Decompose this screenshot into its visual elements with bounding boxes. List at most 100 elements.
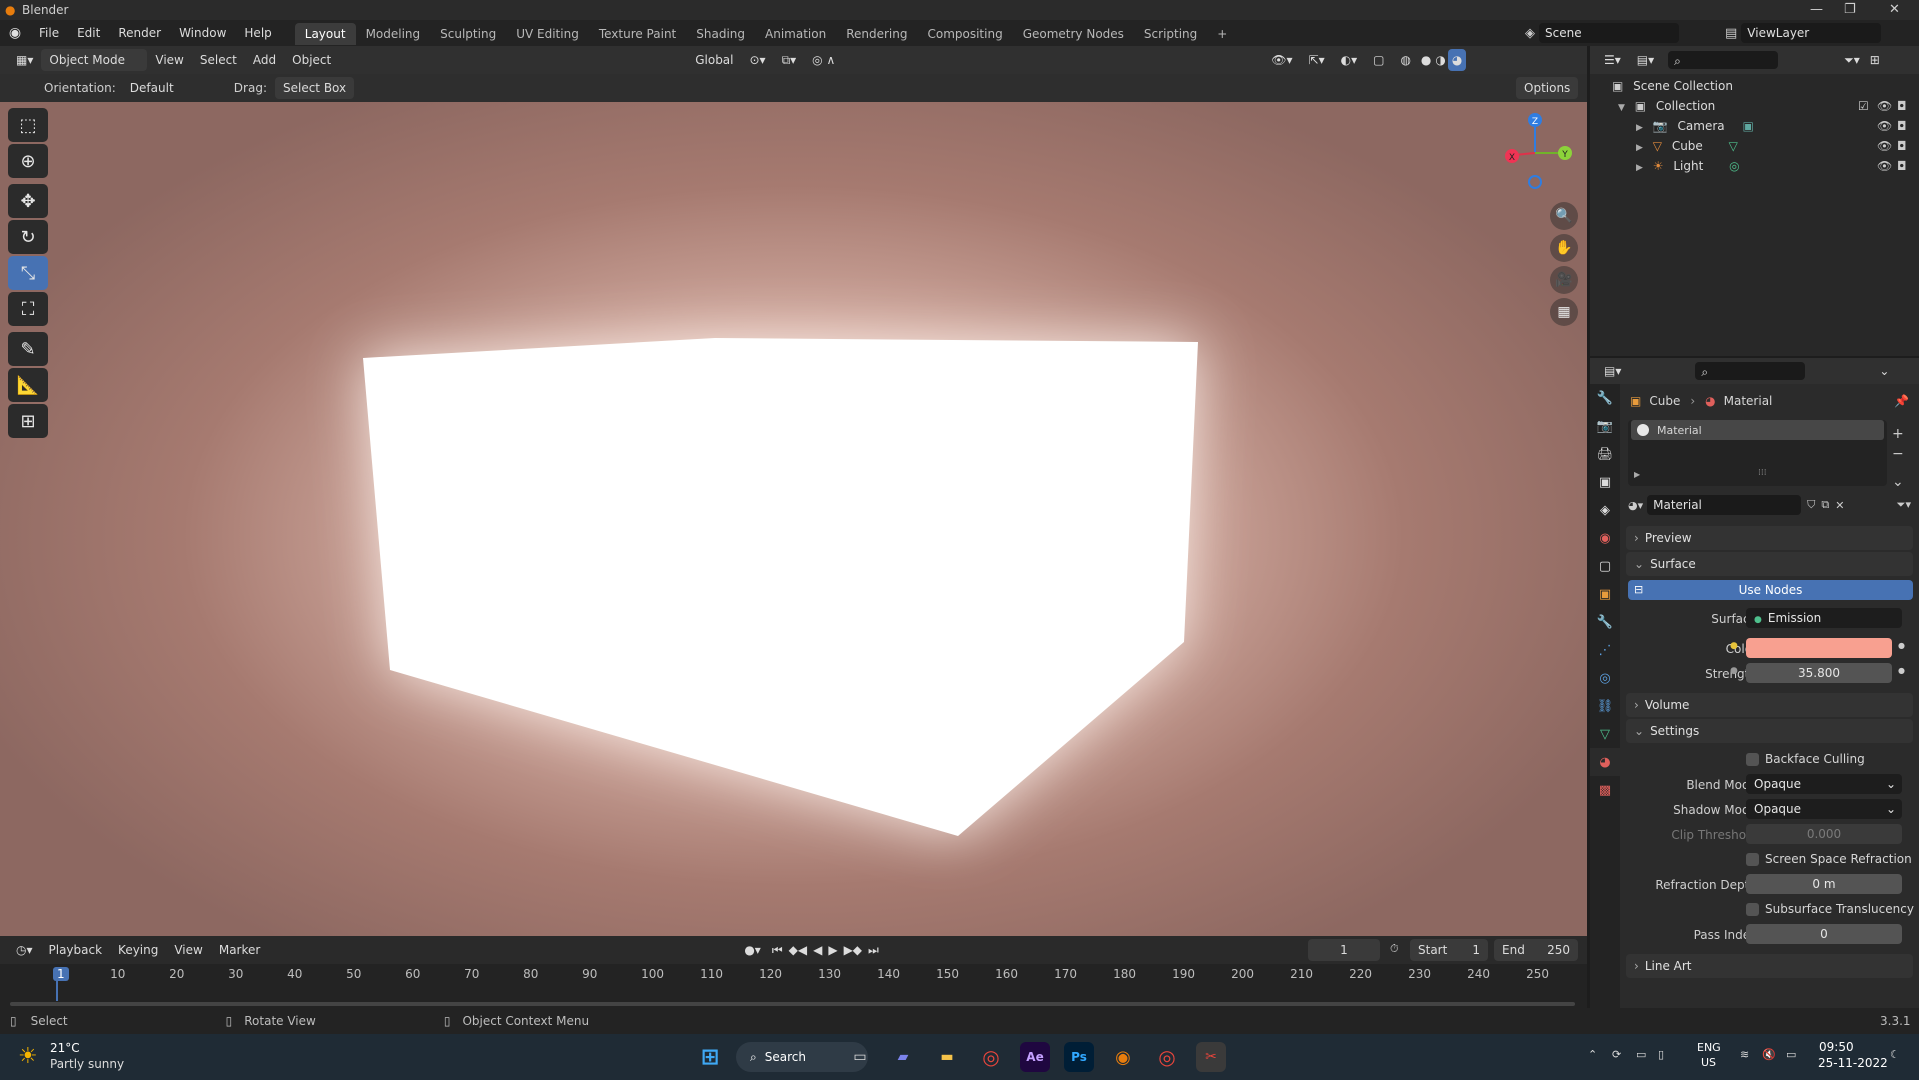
data-tab-icon[interactable]: ▽ [1590, 720, 1620, 748]
volume-muted-icon[interactable]: 🔇 [1762, 1048, 1776, 1061]
ssr-row[interactable]: Screen Space Refraction [1620, 849, 1919, 871]
scale-tool-icon[interactable]: ⤡ [8, 256, 48, 290]
teams-chat-icon[interactable]: ▰ [888, 1042, 918, 1072]
menu-window[interactable]: Window [170, 20, 235, 46]
tab-uv-editing[interactable]: UV Editing [506, 23, 589, 45]
tab-modeling[interactable]: Modeling [356, 23, 431, 45]
pivot-icon[interactable]: ⊙▾ [742, 49, 774, 71]
menu-object[interactable]: Object [284, 49, 339, 71]
menu-edit[interactable]: Edit [68, 20, 109, 46]
timeline[interactable]: 1 10 20 30 40 50 60 70 80 90 100 110 120 130 140 150 160… [0, 964, 1587, 1008]
surface-panel-header[interactable]: ⌄ Surface [1626, 552, 1913, 576]
visibility-icon[interactable]: 👁▾ [1263, 49, 1300, 71]
close-icon[interactable]: ✕ [1889, 2, 1900, 17]
weather-desc[interactable]: Partly sunny [50, 1057, 124, 1071]
shading-rendered-icon[interactable]: ◕ [1447, 49, 1467, 71]
current-frame-field[interactable]: 1 [1308, 939, 1380, 961]
tab-animation[interactable]: Animation [755, 23, 836, 45]
material-slot-list[interactable]: Material ▶ ⁞⁞⁞ [1628, 420, 1887, 486]
device-icon[interactable]: ▯ [1658, 1048, 1664, 1061]
record-icon[interactable]: ●▾ [736, 939, 769, 961]
chrome-icon[interactable]: ◎ [976, 1042, 1006, 1072]
output-tab-icon[interactable]: 🖨 [1590, 440, 1620, 468]
outliner-item-cube[interactable]: ▶ ▽ Cube ▽ 👁 ◘ [1590, 136, 1919, 156]
particles-tab-icon[interactable]: ⋰ [1590, 636, 1620, 664]
subsurface-row[interactable]: Subsurface Translucency [1620, 899, 1919, 921]
light-data-icon[interactable]: ◎ [1729, 159, 1739, 173]
material-slot-row[interactable]: Material [1631, 420, 1884, 440]
color-socket-icon[interactable]: ● [1730, 641, 1738, 651]
properties-search-input[interactable]: ⌕ [1695, 362, 1806, 380]
shading-material-icon[interactable]: ◑ [1433, 49, 1447, 71]
mode-dropdown[interactable]: Object Mode [41, 49, 148, 71]
camera-view-icon[interactable]: 🎥 [1550, 266, 1578, 294]
expand-icon[interactable]: ▶ [1636, 123, 1643, 133]
clock-date[interactable]: 25-11-2022 [1818, 1056, 1888, 1070]
menu-keying[interactable]: Keying [110, 939, 166, 961]
shading-wireframe-icon[interactable]: ◍ [1392, 49, 1418, 71]
new-collection-icon[interactable]: ⊞ [1868, 49, 1882, 71]
world-tab-icon[interactable]: ◉ [1590, 524, 1620, 552]
strength-socket-icon[interactable]: ● [1730, 666, 1738, 676]
outliner-collection[interactable]: ▼ ▣ Collection ☑ 👁 ◘ [1590, 96, 1919, 116]
settings-panel-header[interactable]: ⌄ Settings [1626, 719, 1913, 743]
properties-options-icon[interactable]: ⌄ [1871, 360, 1897, 382]
expand-icon[interactable]: ▶ [1636, 163, 1643, 173]
chevron-up-icon[interactable]: ⌃ [1588, 1048, 1597, 1061]
tab-shading[interactable]: Shading [686, 23, 755, 45]
preview-panel-header[interactable]: › Preview [1626, 526, 1913, 550]
menu-timeline-view[interactable]: View [166, 939, 210, 961]
proportional-edit-icon[interactable]: ◎ ∧ [804, 49, 843, 71]
photoshop-icon[interactable]: Ps [1064, 1042, 1094, 1072]
material-tab-icon[interactable]: ◕ [1590, 748, 1620, 776]
timeline-editor-icon[interactable]: ◷▾ [8, 939, 41, 961]
outliner-editor-icon[interactable]: ☰▾ [1596, 49, 1629, 71]
move-tool-icon[interactable]: ✥ [8, 184, 48, 218]
playhead[interactable] [56, 967, 58, 1001]
blender-taskbar-icon[interactable]: ◉ [1108, 1042, 1138, 1072]
duplicate-material-icon[interactable]: ⧉ [1821, 498, 1829, 512]
sync-icon[interactable]: ⟳ [1612, 1048, 1621, 1061]
battery-icon[interactable]: ▭ [1786, 1048, 1796, 1061]
filter-icon[interactable]: ⏷▾ [1836, 49, 1868, 71]
viewlayer-selector[interactable]: ▤ ViewLayer [1725, 23, 1882, 43]
menu-add[interactable]: Add [245, 49, 284, 71]
tab-texture-paint[interactable]: Texture Paint [589, 23, 686, 45]
select-box-tool-icon[interactable]: ⬚ [8, 108, 48, 142]
snipping-tool-icon[interactable]: ✂ [1196, 1042, 1226, 1072]
weather-icon[interactable]: ☀ [18, 1044, 38, 1069]
render-tab-icon[interactable]: 📷 [1590, 412, 1620, 440]
transform-tool-icon[interactable]: ⛶ [8, 292, 48, 326]
blend-mode-dropdown[interactable]: Opaque ⌄ [1746, 774, 1902, 794]
menu-view[interactable]: View [147, 49, 191, 71]
collection-tab-icon[interactable]: ▢ [1590, 552, 1620, 580]
camera-eye-icon[interactable]: 👁 [1877, 116, 1892, 136]
add-cube-tool-icon[interactable]: ⊞ [8, 404, 48, 438]
outliner-item-light[interactable]: ▶ ☀ Light ◎ 👁 ◘ [1590, 156, 1919, 176]
clock-time[interactable]: 09:50 [1819, 1040, 1854, 1054]
scene-field[interactable]: Scene [1539, 23, 1679, 43]
start-windows-icon[interactable]: ⊞ [695, 1042, 725, 1072]
outliner-search-input[interactable]: ⌕ [1668, 51, 1779, 69]
jump-start-icon[interactable]: ⏮ [769, 939, 786, 961]
clip-threshold-field[interactable]: 0.000 [1746, 824, 1902, 844]
unlink-material-icon[interactable]: ✕ [1835, 499, 1844, 512]
viewlayer-field[interactable]: ViewLayer [1741, 23, 1882, 43]
measure-tool-icon[interactable]: 📐 [8, 368, 48, 402]
editor-type-icon[interactable]: ▦▾ [8, 49, 41, 71]
blender-menu-icon[interactable]: ◉ [0, 25, 30, 41]
cube-render-icon[interactable]: ◘ [1897, 136, 1907, 156]
next-keyframe-icon[interactable]: ▶◆ [841, 939, 865, 961]
material-name-field[interactable]: Material [1647, 495, 1802, 515]
task-view-icon[interactable]: ▭ [845, 1042, 875, 1072]
pin-icon[interactable]: 📌 [1894, 394, 1909, 408]
ssr-checkbox[interactable] [1746, 853, 1759, 866]
light-render-icon[interactable]: ◘ [1897, 156, 1907, 176]
keyframe-dot-icon[interactable]: ● [1898, 666, 1905, 675]
expand-icon[interactable]: ▶ [1634, 470, 1640, 479]
3d-viewport[interactable] [0, 102, 1587, 936]
cursor-tool-icon[interactable]: ⊕ [8, 144, 48, 178]
surface-shader-field[interactable]: ● Emission [1746, 608, 1902, 628]
collection-checkbox-icon[interactable]: ☑ [1858, 96, 1869, 116]
slot-menu-icon[interactable]: ⌄ [1892, 472, 1904, 492]
